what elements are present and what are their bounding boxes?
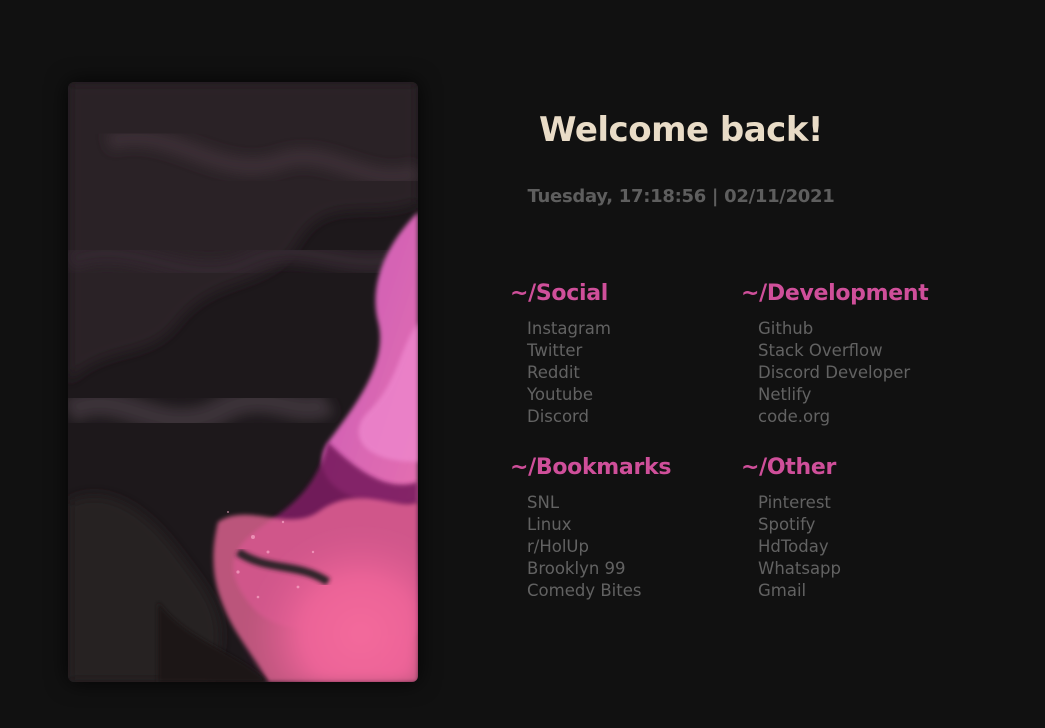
group-title: ~/Development <box>741 281 929 306</box>
welcome-heading: Welcome back! <box>539 110 823 150</box>
link-code-org[interactable]: code.org <box>758 406 961 428</box>
link-comedy-bites[interactable]: Comedy Bites <box>527 580 730 602</box>
link-gmail[interactable]: Gmail <box>758 580 961 602</box>
link-r-holup[interactable]: r/HolUp <box>527 536 730 558</box>
link-instagram[interactable]: Instagram <box>527 318 730 340</box>
link-list: Pinterest Spotify HdToday Whatsapp Gmail <box>741 492 961 602</box>
link-group-development: ~/Development Github Stack Overflow Disc… <box>741 280 961 428</box>
link-list: SNL Linux r/HolUp Brooklyn 99 Comedy Bit… <box>510 492 730 602</box>
link-twitter[interactable]: Twitter <box>527 340 730 362</box>
link-group-other: ~/Other Pinterest Spotify HdToday Whatsa… <box>741 454 961 602</box>
link-github[interactable]: Github <box>758 318 961 340</box>
link-discord-developer[interactable]: Discord Developer <box>758 362 961 384</box>
link-discord[interactable]: Discord <box>527 406 730 428</box>
link-snl[interactable]: SNL <box>527 492 730 514</box>
abstract-artwork-image <box>68 82 418 682</box>
link-stack-overflow[interactable]: Stack Overflow <box>758 340 961 362</box>
startpage: Welcome back! Tuesday, 17:18:56 | 02/11/… <box>0 0 1045 728</box>
link-linux[interactable]: Linux <box>527 514 730 536</box>
group-title: ~/Bookmarks <box>510 455 672 480</box>
link-list: Github Stack Overflow Discord Developer … <box>741 318 961 428</box>
date-time-clock: Tuesday, 17:18:56 | 02/11/2021 <box>527 186 835 207</box>
group-title: ~/Social <box>510 281 608 306</box>
link-netlify[interactable]: Netlify <box>758 384 961 406</box>
link-reddit[interactable]: Reddit <box>527 362 730 384</box>
link-brooklyn-99[interactable]: Brooklyn 99 <box>527 558 730 580</box>
link-group-social: ~/Social Instagram Twitter Reddit Youtub… <box>510 280 730 428</box>
link-spotify[interactable]: Spotify <box>758 514 961 536</box>
link-hdtoday[interactable]: HdToday <box>758 536 961 558</box>
link-pinterest[interactable]: Pinterest <box>758 492 961 514</box>
group-title: ~/Other <box>741 455 837 480</box>
link-list: Instagram Twitter Reddit Youtube Discord <box>510 318 730 428</box>
link-whatsapp[interactable]: Whatsapp <box>758 558 961 580</box>
link-youtube[interactable]: Youtube <box>527 384 730 406</box>
link-group-bookmarks: ~/Bookmarks SNL Linux r/HolUp Brooklyn 9… <box>510 454 730 602</box>
